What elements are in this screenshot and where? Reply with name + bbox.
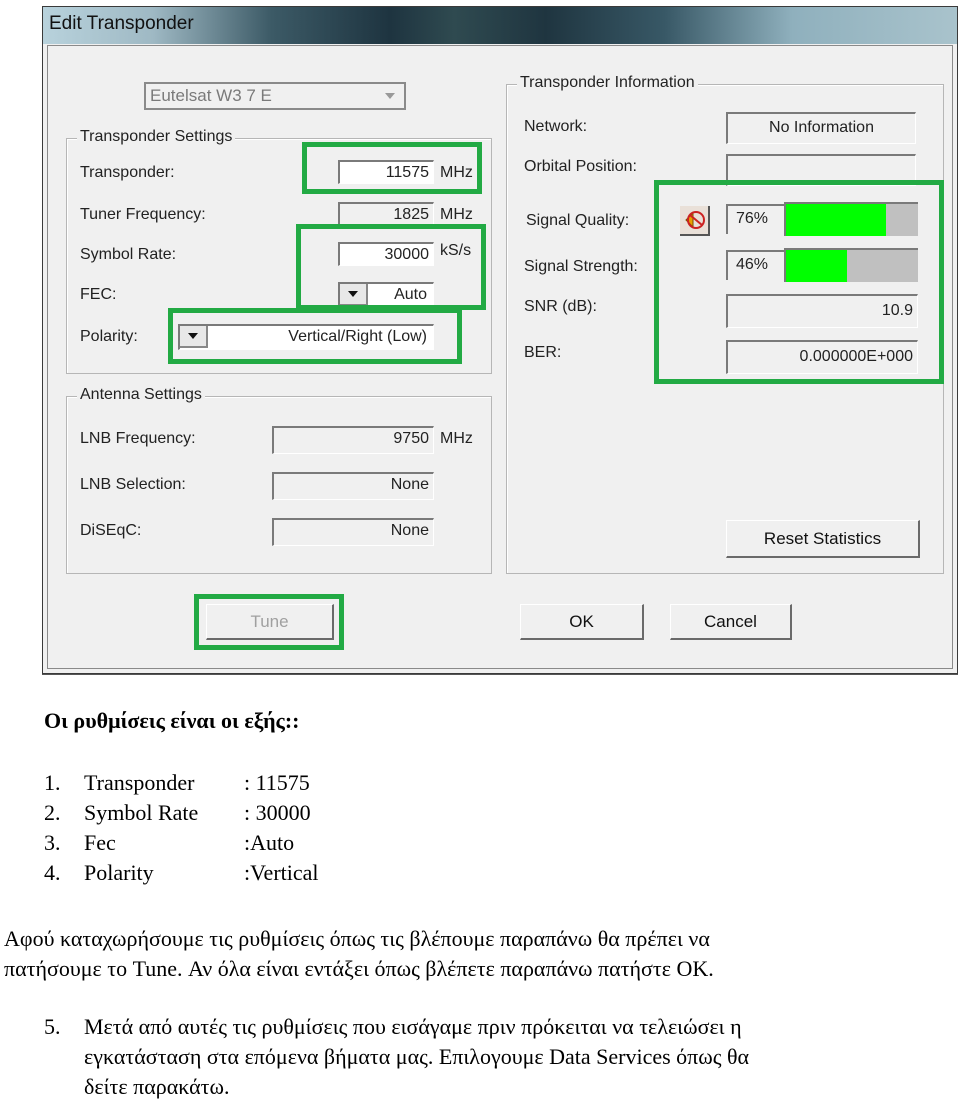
list-item: 3. Fec :Auto [44, 828, 319, 858]
signal-quality-bar-fill [786, 204, 887, 236]
edit-transponder-dialog: Edit Transponder Eutelsat W3 7 E Transpo… [42, 6, 958, 674]
paragraph-line: Αφού καταχωρήσουμε τις ρυθμίσεις όπως τι… [4, 926, 710, 951]
lnb-frequency-field: 9750 [272, 426, 434, 454]
paragraph-line: δείτε παρακάτω. [84, 1074, 230, 1099]
instruction-paragraph: Αφού καταχωρήσουμε τις ρυθμίσεις όπως τι… [4, 924, 954, 984]
signal-quality-label: Signal Quality: [526, 212, 630, 229]
list-value: :Auto [244, 830, 295, 855]
diseqc-field: None [272, 518, 434, 546]
list-key: Fec [84, 830, 116, 855]
transponder-input[interactable]: 11575 [338, 160, 434, 184]
fec-select-value: Auto [394, 286, 427, 303]
snr-label: SNR (dB): [524, 298, 597, 315]
list-number: 2. [44, 800, 61, 825]
network-field: No Information [726, 112, 916, 144]
list-key: Polarity [84, 860, 154, 885]
title-bar[interactable]: Edit Transponder [43, 7, 957, 44]
chevron-down-icon[interactable] [180, 326, 208, 348]
tune-button[interactable]: Tune [206, 604, 334, 640]
symbol-rate-input[interactable]: 30000 [338, 242, 434, 266]
signal-warning-icon[interactable] [680, 206, 710, 236]
paragraph-line: εγκατάσταση στα επόμενα βήματα μας. Επιλ… [84, 1044, 750, 1069]
fec-label: FEC: [80, 286, 117, 303]
ber-field: 0.000000E+000 [726, 340, 918, 374]
list-number: 4. [44, 860, 61, 885]
polarity-select[interactable]: Vertical/Right (Low) [178, 324, 434, 350]
signal-quality-percent: 76% [726, 204, 784, 234]
list-number: 5. [44, 1014, 61, 1039]
settings-list: 1. Transponder : 11575 2. Symbol Rate : … [44, 768, 319, 888]
tuner-frequency-unit: MHz [440, 206, 473, 223]
list-value: : 11575 [244, 770, 310, 795]
lnb-selection-label: LNB Selection: [80, 476, 186, 493]
list-key: Symbol Rate [84, 800, 199, 825]
diseqc-label: DiSEqC: [80, 522, 142, 539]
list-number: 3. [44, 830, 61, 855]
list-key: Transponder [84, 770, 195, 795]
signal-strength-label: Signal Strength: [524, 258, 638, 275]
satellite-select-value: Eutelsat W3 7 E [150, 86, 272, 105]
satellite-select[interactable]: Eutelsat W3 7 E [144, 82, 406, 110]
signal-quality-bar [784, 202, 918, 236]
symbol-rate-label: Symbol Rate: [80, 246, 177, 263]
orbital-position-field [726, 154, 916, 186]
paragraph-line: Μετά από αυτές τις ρυθμίσεις που εισάγαμ… [84, 1014, 742, 1039]
reset-statistics-button[interactable]: Reset Statistics [726, 520, 920, 558]
list-item: 4. Polarity :Vertical [44, 858, 319, 888]
list-item: 2. Symbol Rate : 30000 [44, 798, 319, 828]
lnb-frequency-unit: MHz [440, 430, 473, 447]
lnb-frequency-label: LNB Frequency: [80, 430, 196, 447]
list-value: : 30000 [244, 800, 311, 825]
group-label: Transponder Information [517, 74, 698, 92]
network-label: Network: [524, 118, 588, 135]
snr-field: 10.9 [726, 294, 918, 328]
step-5: 5. Μετά από αυτές τις ρυθμίσεις που εισά… [44, 1012, 954, 1102]
ber-label: BER: [524, 344, 562, 361]
signal-strength-bar-fill [786, 250, 847, 282]
paragraph-line: πατήσουμε το Tune. Αν όλα είναι εντάξει … [4, 956, 714, 981]
dialog-title: Edit Transponder [49, 13, 194, 34]
ok-button[interactable]: OK [520, 604, 644, 640]
settings-heading: Οι ρυθμίσεις είναι οι εξής:: [44, 708, 300, 733]
signal-strength-percent: 46% [726, 250, 784, 280]
polarity-label: Polarity: [80, 328, 138, 345]
list-number: 1. [44, 770, 61, 795]
lnb-selection-field: None [272, 472, 434, 500]
list-value: :Vertical [244, 860, 319, 885]
polarity-select-value: Vertical/Right (Low) [288, 328, 427, 345]
orbital-position-label: Orbital Position: [524, 158, 637, 175]
tuner-frequency-label: Tuner Frequency: [80, 206, 206, 223]
group-label: Antenna Settings [77, 386, 205, 404]
chevron-down-icon[interactable] [340, 284, 368, 306]
symbol-rate-unit: kS/s [440, 242, 472, 259]
fec-select[interactable]: Auto [338, 282, 434, 308]
signal-strength-bar [784, 248, 918, 282]
list-item: 1. Transponder : 11575 [44, 768, 319, 798]
chevron-down-icon[interactable] [378, 86, 402, 106]
transponder-label: Transponder: [80, 164, 175, 181]
group-label: Transponder Settings [77, 128, 236, 146]
dialog-client-area: Eutelsat W3 7 E Transponder Settings Tra… [47, 45, 953, 669]
transponder-unit: MHz [440, 164, 473, 181]
cancel-button[interactable]: Cancel [670, 604, 792, 640]
tuner-frequency-field: 1825 [338, 202, 434, 226]
